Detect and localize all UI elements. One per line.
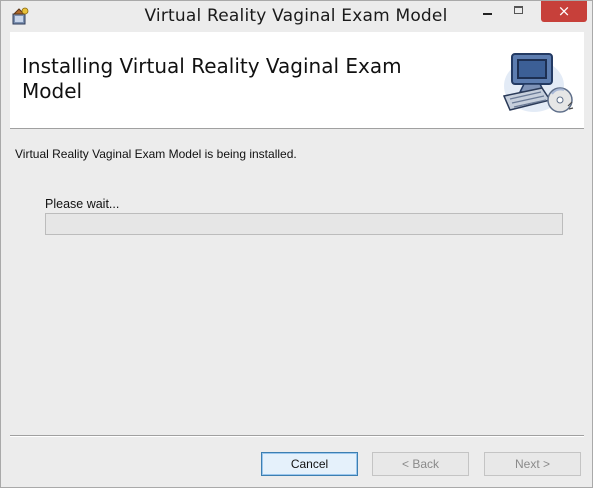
close-icon: × (557, 2, 571, 20)
install-progress-bar (45, 213, 563, 235)
window-title: Virtual Reality Vaginal Exam Model (144, 6, 448, 26)
footer-separator (10, 435, 584, 437)
header-banner: Installing Virtual Reality Vaginal Exam … (10, 32, 584, 129)
next-button[interactable]: Next > (484, 452, 581, 476)
installer-app-icon[interactable] (10, 6, 30, 26)
back-button[interactable]: < Back (372, 452, 469, 476)
minimize-button[interactable] (473, 1, 503, 23)
title-bar[interactable]: Virtual Reality Vaginal Exam Model × (1, 1, 592, 31)
install-status-text: Virtual Reality Vaginal Exam Model is be… (15, 147, 297, 161)
please-wait-label: Please wait... (45, 197, 120, 211)
computer-setup-icon (498, 48, 574, 118)
cancel-button[interactable]: Cancel (261, 452, 358, 476)
installer-window: Virtual Reality Vaginal Exam Model × Ins… (0, 0, 593, 488)
maximize-button[interactable] (504, 1, 534, 23)
page-title: Installing Virtual Reality Vaginal Exam … (22, 54, 402, 103)
close-button[interactable]: × (541, 1, 587, 22)
